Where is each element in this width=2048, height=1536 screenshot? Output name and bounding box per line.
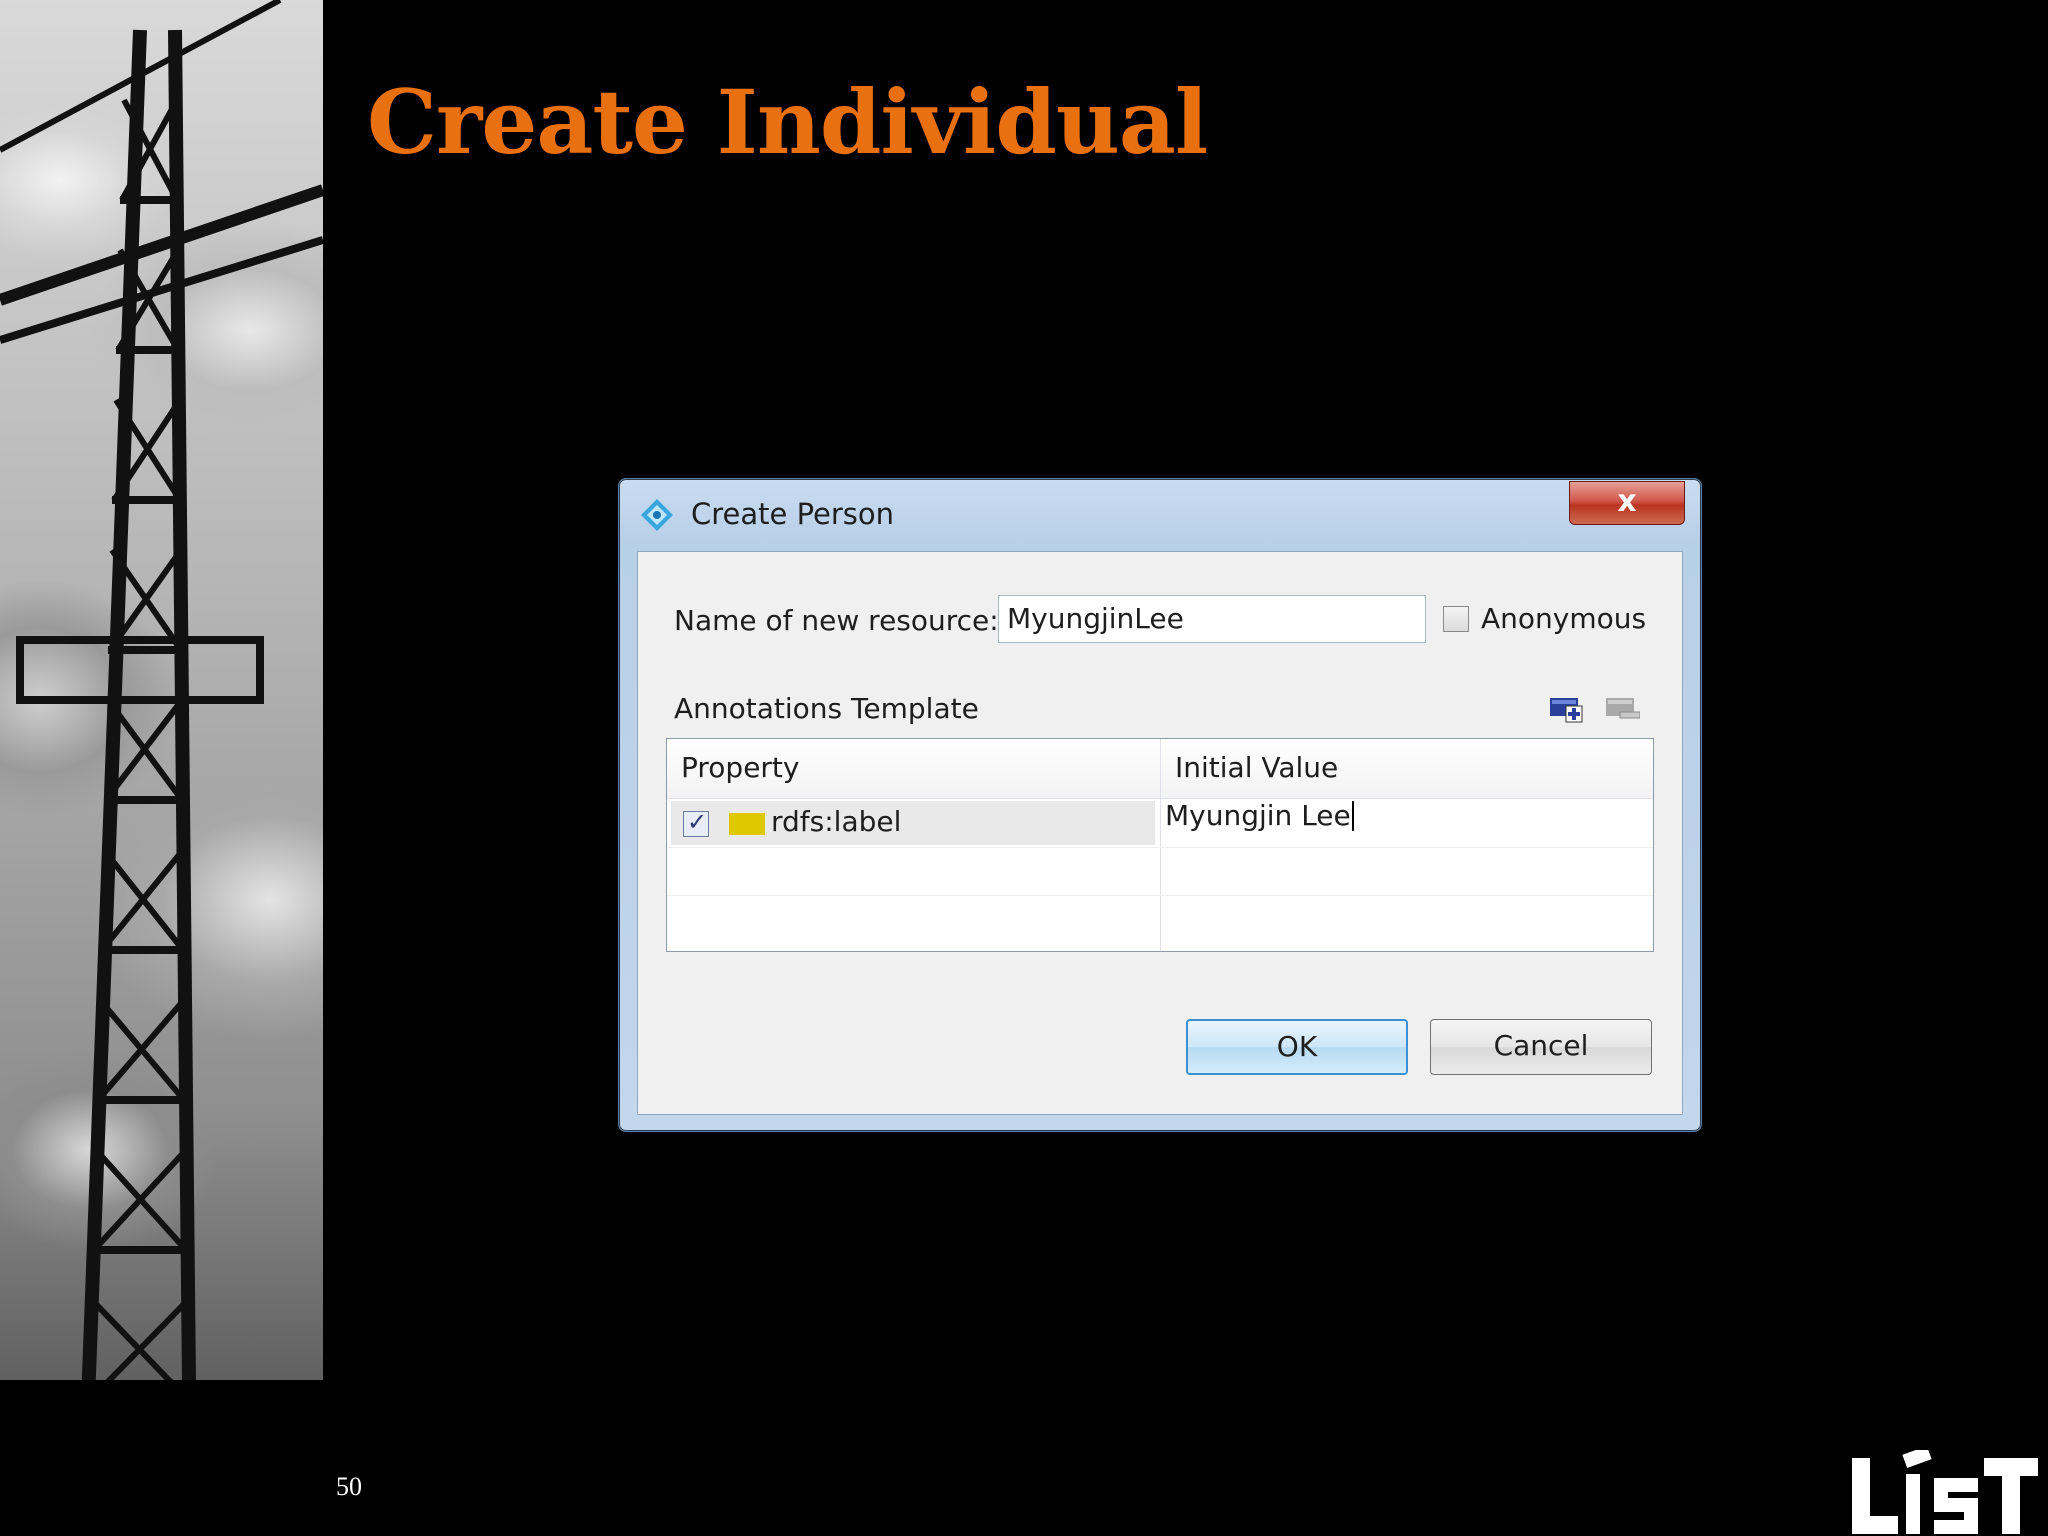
initial-value-cell[interactable]: Myungjin Lee — [1165, 801, 1354, 831]
row-divider — [667, 895, 1653, 896]
property-cell: rdfs:label — [771, 805, 902, 838]
column-divider — [1160, 739, 1161, 951]
page-number: 50 — [336, 1472, 362, 1501]
slide-title: Create Individual — [367, 70, 1208, 174]
anonymous-checkbox[interactable] — [1443, 606, 1469, 632]
annotations-template-label: Annotations Template — [674, 692, 979, 725]
annotations-table: Property Initial Value rdfs:label Myungj… — [666, 738, 1654, 952]
name-label: Name of new resource: — [674, 604, 999, 637]
row-checkbox[interactable] — [683, 808, 709, 837]
close-icon: x — [1617, 484, 1637, 519]
column-header-property[interactable]: Property — [667, 739, 1160, 799]
list-logo — [1852, 1450, 2038, 1534]
dialog-titlebar[interactable]: Create Person x — [619, 479, 1701, 545]
remove-annotation-icon[interactable] — [1606, 696, 1640, 724]
cancel-button[interactable]: Cancel — [1430, 1019, 1652, 1075]
ok-button[interactable]: OK — [1186, 1019, 1408, 1075]
property-color-swatch — [729, 813, 765, 835]
column-header-initial-value[interactable]: Initial Value — [1161, 739, 1653, 799]
name-input[interactable]: MyungjinLee — [998, 595, 1426, 643]
add-annotation-icon[interactable] — [1550, 696, 1584, 724]
dialog-title: Create Person — [691, 497, 895, 531]
row-divider — [667, 847, 1653, 848]
anonymous-label: Anonymous — [1481, 602, 1647, 635]
crane-photo — [0, 0, 323, 1480]
crane-silhouette — [0, 0, 323, 1480]
dialog-app-icon — [641, 499, 673, 531]
close-button[interactable]: x — [1569, 481, 1685, 525]
